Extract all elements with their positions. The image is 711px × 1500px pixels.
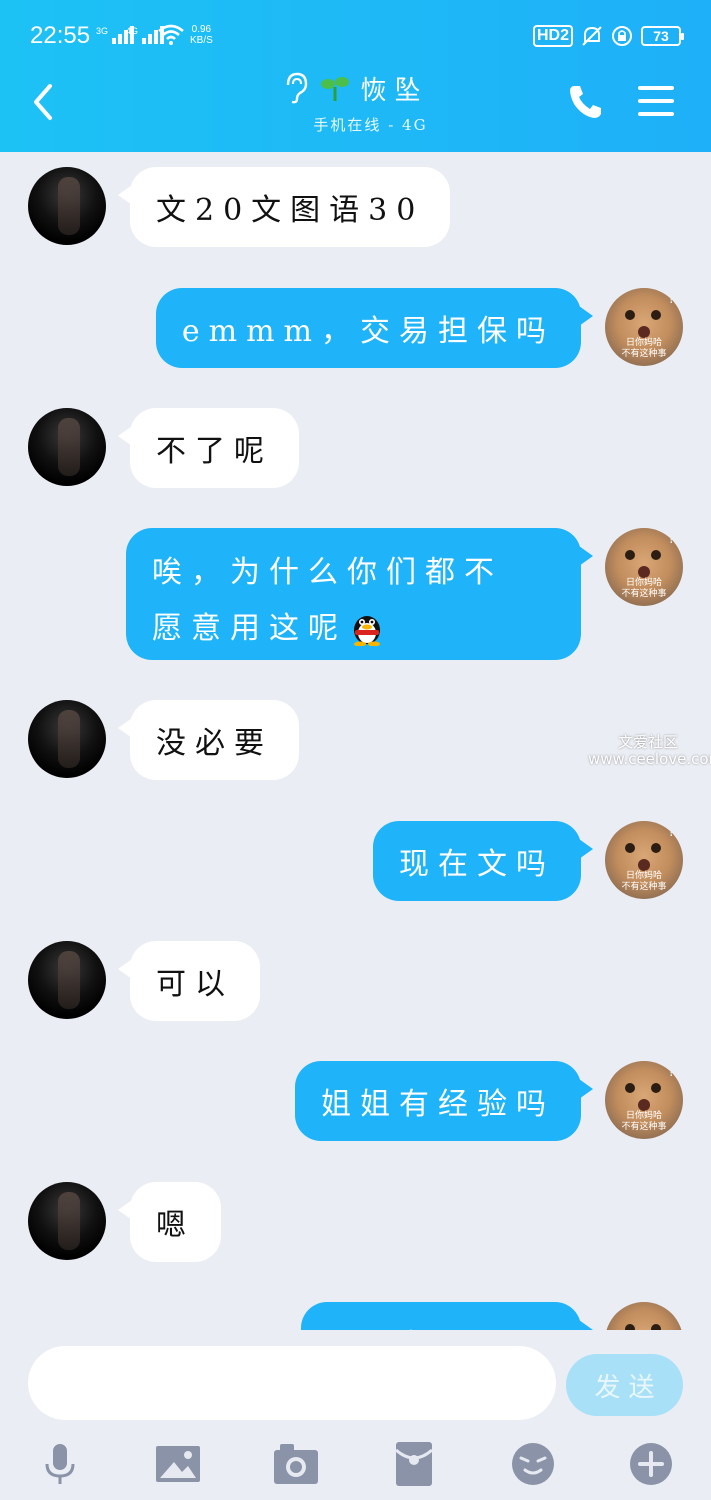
message-bubble[interactable]: 文20文图语30 — [117, 167, 451, 247]
avatar-mark: ? — [668, 825, 675, 840]
contact-avatar[interactable] — [28, 1182, 106, 1260]
message-bubble[interactable]: 姐姐有经验吗 — [295, 1061, 593, 1141]
contact-avatar[interactable] — [28, 408, 106, 486]
avatar-mark: ? — [668, 1065, 675, 1080]
message-line-2: 愿意用这呢 — [152, 611, 347, 646]
message-bubble[interactable]: 现在文吗 — [373, 821, 593, 901]
my-avatar[interactable]: ? 日你妈哈 不有这种事 — [605, 528, 683, 606]
svg-text:4G: 4G — [126, 26, 138, 36]
avatar-caption-2: 不有这种事 — [621, 589, 667, 599]
message-bubble[interactable]: 嗯 — [118, 1182, 221, 1262]
message-bubble[interactable]: 没必要 — [118, 700, 299, 780]
avatar-caption-1: 日你妈哈 — [625, 1111, 662, 1121]
message-bubble[interactable]: 唉 一 — [301, 1302, 593, 1330]
watermark-line-1: 文爱社区 — [617, 733, 678, 751]
avatar-caption-2: 不有这种事 — [621, 349, 667, 359]
avatar-mark: ? — [668, 292, 675, 307]
message-bubble[interactable]: emmm，交易担保吗 — [155, 288, 594, 368]
avatar-caption-2: 不有这种事 — [621, 1122, 667, 1132]
status-right: HD2 73 — [532, 24, 684, 48]
my-avatar[interactable]: ? 日你妈哈 不有这种事 — [605, 288, 683, 366]
wifi-icon — [158, 24, 184, 45]
red-packet-icon[interactable] — [390, 1440, 438, 1488]
avatar-mark: ? — [668, 532, 675, 547]
network-speed-value: 0.96 — [191, 24, 212, 35]
menu-icon[interactable] — [638, 84, 674, 118]
contact-avatar[interactable] — [28, 700, 106, 778]
sprout-icon — [321, 77, 350, 101]
watermark-line-2: www.ceelove.com — [588, 750, 711, 768]
camera-icon[interactable] — [272, 1440, 320, 1488]
plus-icon[interactable] — [627, 1440, 675, 1488]
my-avatar[interactable]: ? 日你妈哈 不有这种事 — [605, 821, 683, 899]
watermark: 文爱社区 www.ceelove.com — [588, 733, 711, 768]
phone-icon[interactable] — [566, 82, 606, 122]
contact-avatar[interactable] — [28, 941, 106, 1019]
lock-rotation-icon — [612, 26, 632, 46]
avatar-caption-1: 日你妈哈 — [625, 338, 662, 348]
send-button[interactable]: 发送 — [566, 1354, 683, 1416]
chat-header: 22:55 3G 4G 0.96 KB/S HD2 73 恢坠 手机在线 - 4… — [0, 0, 711, 152]
avatar-caption-2: 不有这种事 — [621, 882, 667, 892]
battery-indicator: 73 — [641, 26, 684, 46]
image-icon[interactable] — [154, 1440, 202, 1488]
message-line-1: 唉，为什么你们都不 — [152, 555, 503, 590]
message-bubble[interactable]: 可以 — [118, 941, 260, 1021]
status-time: 22:55 — [30, 22, 91, 49]
avatar-caption-1: 日你妈哈 — [625, 871, 662, 881]
hd-badge: HD2 — [532, 25, 573, 47]
message-bubble[interactable]: 唉，为什么你们都不 愿意用这呢 — [126, 528, 593, 660]
network-speed-unit: KB/S — [190, 35, 213, 46]
avatar-caption-1: 日你妈哈 — [625, 578, 662, 588]
qq-penguin-icon — [354, 616, 380, 646]
my-avatar[interactable]: ? 日你妈哈 不有这种事 — [605, 1061, 683, 1139]
ear-icon — [287, 72, 308, 104]
mic-icon[interactable] — [36, 1440, 84, 1488]
network-speed: 0.96 KB/S — [190, 24, 213, 46]
message-bubble[interactable]: 不了呢 — [118, 408, 299, 488]
emoji-icon[interactable] — [509, 1440, 557, 1488]
status-bar: 22:55 3G 4G 0.96 KB/S HD2 73 — [0, 0, 711, 70]
my-avatar[interactable] — [605, 1302, 683, 1330]
bell-muted-icon — [582, 26, 602, 46]
svg-text:3G: 3G — [96, 26, 108, 36]
input-bar: 发送 — [0, 1330, 711, 1500]
contact-avatar[interactable] — [28, 167, 106, 245]
contact-name: 恢坠 — [360, 75, 429, 106]
message-input[interactable] — [28, 1346, 556, 1420]
input-toolbar — [0, 1430, 711, 1494]
